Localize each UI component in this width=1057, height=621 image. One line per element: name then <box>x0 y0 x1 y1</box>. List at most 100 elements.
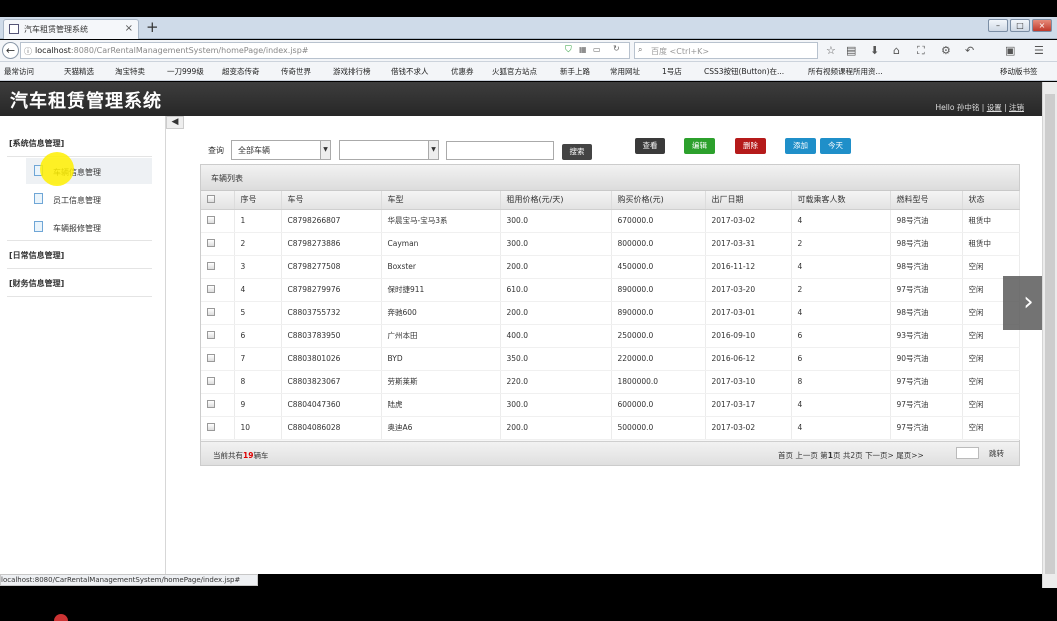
first-page-link[interactable]: 首页 <box>778 451 793 460</box>
search-input[interactable] <box>446 141 554 160</box>
row-select-cell <box>201 370 235 394</box>
row-checkbox[interactable] <box>207 261 215 270</box>
browser-tab[interactable]: 汽车租赁管理系统 × <box>3 19 139 39</box>
table-cell: 98号汽油 <box>890 301 963 325</box>
sidebar-item-repair-info[interactable]: 车辆报修管理 <box>26 214 152 240</box>
table-row[interactable]: 3 C8798277508 Boxster 200.0 450000.0 2016-11-… <box>201 255 1020 279</box>
page-jump-input[interactable] <box>956 447 979 459</box>
screenshot-icon[interactable]: ⛶ <box>917 44 925 58</box>
row-checkbox[interactable] <box>207 330 215 339</box>
bookmark-item[interactable]: 天猫精选 <box>64 66 94 77</box>
reload-icon[interactable]: ↻ <box>613 44 620 53</box>
minimize-window-button[interactable]: – <box>988 19 1008 32</box>
prev-page-link[interactable]: 上一页 <box>795 451 818 460</box>
row-checkbox[interactable] <box>207 284 215 293</box>
library-icon[interactable]: ▤ <box>846 44 856 57</box>
undo-icon[interactable]: ↶ <box>965 44 974 57</box>
table-row[interactable]: 8 C8803823067 劳斯莱斯 220.0 1800000.0 2017-03-10… <box>201 370 1020 394</box>
close-tab-icon[interactable]: × <box>125 23 133 34</box>
table-row[interactable]: 4 C8798279976 保时捷911 610.0 890000.0 2017-03-2… <box>201 278 1020 302</box>
next-page-link[interactable]: 下一页> <box>865 451 894 460</box>
column-header[interactable]: 燃料型号 <box>890 191 963 210</box>
bookmark-item[interactable]: 火狐官方站点 <box>492 66 537 77</box>
row-checkbox[interactable] <box>207 399 215 408</box>
add-button[interactable]: 添加 <box>785 138 816 154</box>
row-checkbox[interactable] <box>207 307 215 316</box>
shield-icon[interactable]: ⛉ <box>565 45 572 55</box>
menu-icon[interactable]: ☰ <box>1034 44 1044 57</box>
table-row[interactable]: 6 C8803783950 广州本田 400.0 250000.0 2016-09-10 6… <box>201 324 1020 348</box>
table-cell: 广州本田 <box>381 324 501 348</box>
download-icon[interactable]: ⬇ <box>870 44 879 57</box>
sidebar-group-daily[interactable]: [日常信息管理] <box>9 250 64 261</box>
scrollbar-thumb[interactable] <box>1045 94 1055 574</box>
bookmark-item[interactable]: 淘宝特卖 <box>115 66 145 77</box>
web-search-input[interactable]: ⌕ 百度 <Ctrl+K> <box>634 42 818 59</box>
settings-link[interactable]: 设置 <box>987 103 1002 112</box>
table-row[interactable]: 2 C8798273886 Cayman 300.0 800000.0 2017-03-3… <box>201 232 1020 256</box>
sidebar-group-finance[interactable]: [财务信息管理] <box>9 278 64 289</box>
table-row[interactable]: 9 C8804047360 陆虎 300.0 600000.0 2017-03-17 4 97… <box>201 393 1020 417</box>
close-window-button[interactable]: × <box>1032 19 1052 32</box>
back-arrow-icon[interactable]: ← <box>2 42 19 59</box>
select-all-checkbox[interactable] <box>207 194 215 203</box>
maximize-window-button[interactable]: □ <box>1010 19 1030 32</box>
delete-button[interactable]: 删除 <box>735 138 766 154</box>
column-header[interactable]: 状态 <box>962 191 1020 210</box>
column-header[interactable]: 购买价格(元) <box>611 191 706 210</box>
bookmark-item[interactable]: 借钱不求人 <box>391 66 429 77</box>
bookmark-item[interactable]: 一刀999级 <box>167 66 204 77</box>
bookmark-item[interactable]: 传奇世界 <box>281 66 311 77</box>
row-checkbox[interactable] <box>207 238 215 247</box>
table-cell: 4 <box>791 416 891 440</box>
bookmark-item[interactable]: 所有视频课程所用资... <box>808 66 883 77</box>
table-row[interactable]: 1 C8798266807 华晨宝马-宝马3系 300.0 670000.0 2017-0… <box>201 209 1020 233</box>
today-button[interactable]: 今天 <box>820 138 851 154</box>
table-row[interactable]: 5 C8803755732 奔驰600 200.0 890000.0 2017-03-01… <box>201 301 1020 325</box>
logout-link[interactable]: 注销 <box>1009 103 1024 112</box>
vehicle-filter-select[interactable]: 全部车辆 ▼ <box>231 140 331 160</box>
edit-button[interactable]: 编辑 <box>684 138 715 154</box>
search-button[interactable]: 搜索 <box>562 144 592 160</box>
column-header[interactable]: 可载乘客人数 <box>791 191 891 210</box>
bookmark-star-icon[interactable]: ☆ <box>826 44 836 57</box>
column-header[interactable]: 车号 <box>281 191 382 210</box>
last-page-link[interactable]: 尾页>> <box>896 451 924 460</box>
jump-button[interactable]: 跳转 <box>989 448 1004 459</box>
row-checkbox[interactable] <box>207 376 215 385</box>
column-header[interactable]: 车型 <box>381 191 501 210</box>
sidebar-item-label: 车辆报修管理 <box>53 224 101 233</box>
row-checkbox[interactable] <box>207 422 215 431</box>
bookmark-item[interactable]: 1号店 <box>662 66 682 77</box>
bookmark-item[interactable]: 超变态传奇 <box>222 66 260 77</box>
row-checkbox[interactable] <box>207 353 215 362</box>
column-header[interactable]: 序号 <box>234 191 282 210</box>
qr-code-icon[interactable]: ▦ <box>579 45 587 54</box>
collapse-sidebar-arrow-icon[interactable]: ◀ <box>166 116 184 129</box>
view-button[interactable]: 查看 <box>635 138 665 154</box>
table-row[interactable]: 7 C8803801026 BYD 350.0 220000.0 2016-06-12 6 9… <box>201 347 1020 371</box>
page-scrollbar[interactable] <box>1042 82 1057 588</box>
sidebar-group-system[interactable]: [系统信息管理] <box>9 138 64 149</box>
extension-icon[interactable]: ⚙ <box>941 44 951 57</box>
reader-view-icon[interactable]: ▭ <box>593 45 601 54</box>
toolbar-extra-icon[interactable]: ▣ <box>1005 44 1015 57</box>
table-cell: 97号汽油 <box>890 393 963 417</box>
new-tab-button[interactable]: + <box>146 18 159 36</box>
bookmark-item[interactable]: 游戏排行榜 <box>333 66 371 77</box>
bookmark-item[interactable]: 新手上路 <box>560 66 590 77</box>
table-cell: 2 <box>234 232 282 256</box>
bookmark-item[interactable]: 最常访问 <box>4 66 34 77</box>
address-input[interactable]: ⓘ localhost:8080/CarRentalManagementSyst… <box>20 42 630 59</box>
column-header[interactable]: 出厂日期 <box>705 191 792 210</box>
column-header[interactable]: 租用价格(元/天) <box>500 191 612 210</box>
row-checkbox[interactable] <box>207 215 215 224</box>
mobile-bookmarks[interactable]: 移动版书签 <box>1000 66 1038 77</box>
bookmark-item[interactable]: CSS3按钮(Button)在... <box>704 66 784 77</box>
sidebar-item-employee-info[interactable]: 员工信息管理 <box>26 186 152 212</box>
table-row[interactable]: 10 C8804086028 奥迪A6 200.0 500000.0 2017-03-02… <box>201 416 1020 440</box>
bookmark-item[interactable]: 优惠券 <box>451 66 474 77</box>
bookmark-item[interactable]: 常用网址 <box>610 66 640 77</box>
secondary-filter-select[interactable]: ▼ <box>339 140 439 160</box>
home-icon[interactable]: ⌂ <box>893 44 900 57</box>
